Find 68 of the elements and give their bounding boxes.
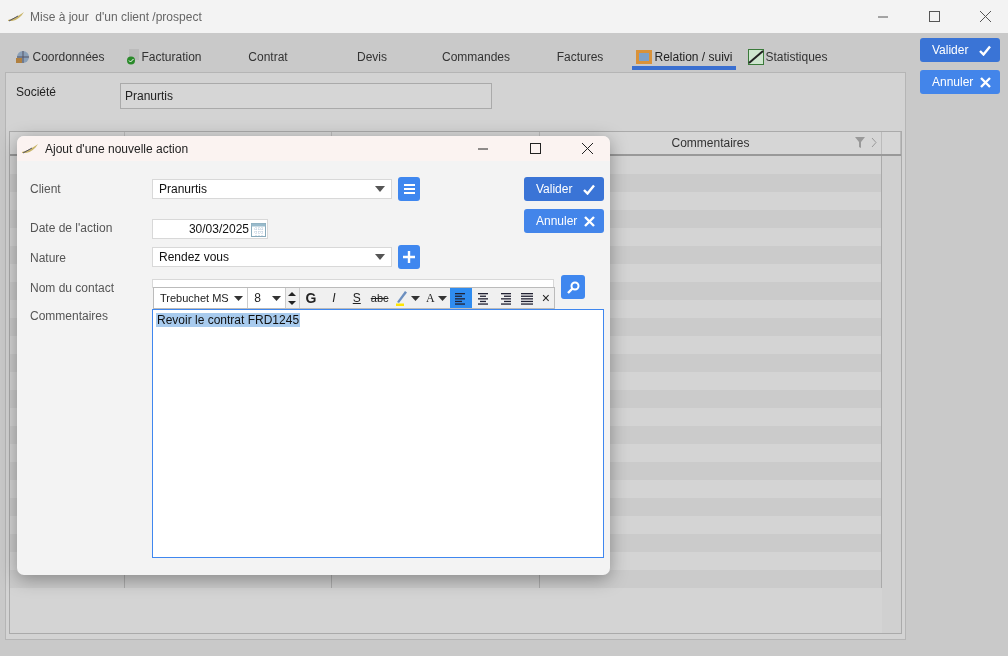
- bold-button[interactable]: G: [299, 288, 323, 308]
- validate-button[interactable]: Valider: [524, 177, 604, 201]
- caret-icon: [411, 295, 421, 301]
- field-label: Commentaires: [30, 309, 110, 325]
- document-check-icon: [126, 48, 141, 65]
- add-button[interactable]: [398, 245, 420, 269]
- dropdown-arrow-icon[interactable]: [375, 254, 385, 260]
- field-label: Client: [30, 182, 62, 196]
- plus-icon: [403, 251, 415, 263]
- maximize-icon[interactable]: [928, 11, 940, 22]
- text-color-button[interactable]: A: [423, 288, 450, 308]
- dropdown-field[interactable]: Pranurtis: [152, 179, 392, 199]
- check-icon: [979, 44, 991, 56]
- comment-editor[interactable]: Revoir le contrat FRD1245: [152, 309, 604, 558]
- validate-button[interactable]: Valider: [920, 38, 1000, 62]
- window-title: Mise à jour d'un client /prospect: [30, 9, 203, 24]
- close-icon[interactable]: [979, 11, 991, 22]
- globe-icon: [15, 49, 32, 64]
- strike-button[interactable]: abc: [368, 288, 392, 308]
- close-toolbar-button[interactable]: ×: [537, 288, 555, 308]
- dropdown-field[interactable]: Rendez vous: [152, 247, 392, 267]
- close-icon[interactable]: [581, 143, 593, 154]
- field-label: Nom du contact: [30, 281, 116, 297]
- search-icon: [566, 280, 580, 294]
- check-icon: [583, 183, 595, 195]
- tab[interactable]: Commandes: [424, 43, 528, 70]
- tab[interactable]: Facturation: [112, 43, 216, 70]
- field-label: Nature: [30, 251, 68, 267]
- tab[interactable]: Contrat: [216, 43, 320, 70]
- menu-icon: [403, 184, 415, 194]
- dropdown-arrow-icon[interactable]: [375, 186, 385, 192]
- minimize-icon[interactable]: [478, 147, 488, 150]
- photo-icon: [635, 48, 654, 65]
- column-header[interactable]: Commentaires: [671, 136, 750, 150]
- quill-icon: [7, 10, 25, 23]
- underline-button[interactable]: S: [345, 288, 369, 308]
- cancel-button[interactable]: Annuler: [524, 209, 604, 233]
- search-button[interactable]: [561, 275, 585, 299]
- tab[interactable]: Factures: [528, 43, 632, 70]
- chart-icon: [748, 48, 765, 65]
- close-icon: [584, 215, 595, 227]
- font-select[interactable]: Trebuchet MS: [154, 288, 249, 308]
- close-icon: [980, 76, 991, 88]
- tab[interactable]: Statistiques: [736, 43, 840, 70]
- tab[interactable]: Coordonnées: [8, 43, 112, 70]
- align-left-button[interactable]: [449, 288, 472, 308]
- align-left-icon: [453, 291, 468, 305]
- quill-icon: [21, 142, 39, 155]
- comment-text: Revoir le contrat FRD1245: [156, 313, 301, 327]
- highlighter-icon: [394, 290, 409, 306]
- scrollbar-track[interactable]: [882, 156, 901, 633]
- field-label: Date de l'action: [30, 221, 114, 237]
- italic-button[interactable]: I: [322, 288, 346, 308]
- field-label: Société: [16, 85, 58, 99]
- date-field[interactable]: 30/03/2025: [152, 219, 268, 239]
- spinner-arrows-icon[interactable]: [288, 290, 297, 306]
- caret-icon: [271, 295, 281, 301]
- cancel-button[interactable]: Annuler: [920, 70, 1000, 94]
- caret-icon: [437, 295, 447, 301]
- align-justify-icon: [519, 291, 534, 305]
- maximize-icon[interactable]: [529, 143, 541, 154]
- align-center-icon: [475, 291, 490, 305]
- dialog-title: Ajout d'une nouvelle action: [45, 141, 190, 156]
- font-size-select[interactable]: 8: [248, 288, 286, 308]
- caret-icon: [234, 295, 244, 301]
- list-button[interactable]: [398, 177, 420, 201]
- tab[interactable]: Devis: [320, 43, 424, 70]
- company-field[interactable]: Pranurtis: [120, 83, 492, 109]
